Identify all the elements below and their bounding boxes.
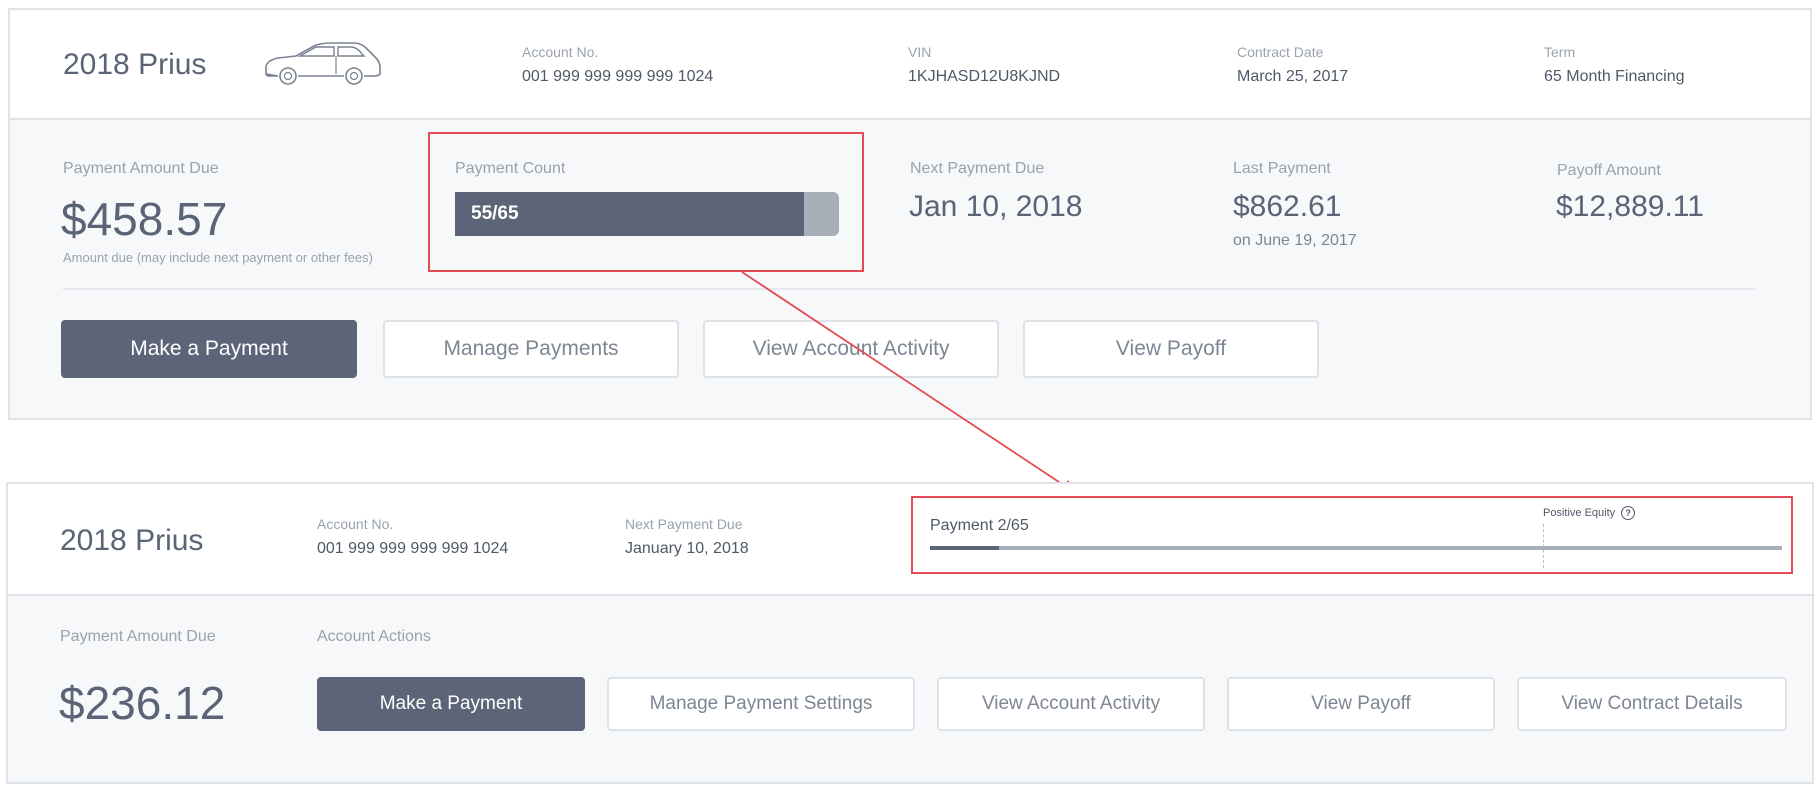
make-payment-button[interactable]: Make a Payment [317, 677, 585, 731]
payment-progress-highlight [911, 496, 1793, 574]
payment-amount-due-label: Payment Amount Due [60, 628, 216, 645]
view-account-activity-button[interactable]: View Account Activity [937, 677, 1205, 731]
view-payoff-button[interactable]: View Payoff [1227, 677, 1495, 731]
account-number-label: Account No. [317, 516, 394, 532]
next-payment-due-value: January 10, 2018 [625, 540, 749, 557]
account-number-value: 001 999 999 999 999 1024 [317, 540, 509, 557]
account-actions-label: Account Actions [317, 628, 431, 645]
vehicle-title: 2018 Prius [60, 524, 204, 557]
payment-amount-due-value: $236.12 [59, 677, 226, 729]
view-contract-details-button[interactable]: View Contract Details [1517, 677, 1787, 731]
manage-payment-settings-button[interactable]: Manage Payment Settings [607, 677, 915, 731]
next-payment-due-label: Next Payment Due [625, 516, 743, 532]
